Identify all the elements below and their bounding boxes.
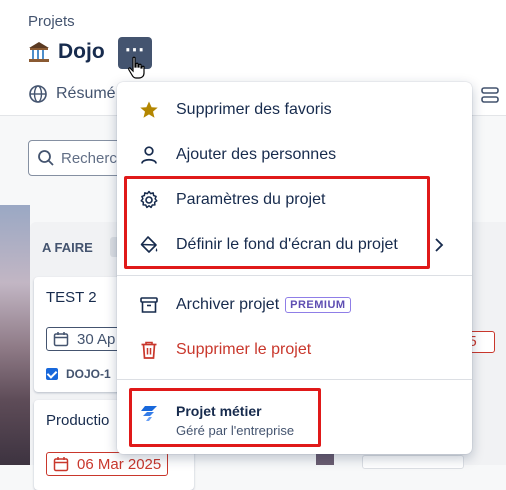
project-background-image: [0, 205, 30, 465]
menu-item-label: Ajouter des personnes: [176, 146, 337, 163]
tab-summary[interactable]: Résumé: [28, 84, 116, 104]
project-actions-menu: Supprimer des favoris Ajouter des person…: [117, 82, 472, 454]
menu-item-archive-project[interactable]: Archiver projet PREMIUM: [117, 283, 472, 327]
premium-badge: PREMIUM: [285, 296, 351, 313]
card-key-row[interactable]: DOJO-1: [46, 367, 111, 381]
hand-cursor-icon: [128, 56, 145, 79]
column-title: A FAIRE: [42, 240, 93, 255]
card-due-date[interactable]: 30 Ap: [46, 327, 123, 351]
project-type-title: Projet métier: [176, 403, 262, 419]
card-title: Productio: [46, 412, 110, 429]
menu-divider: [117, 379, 472, 380]
menu-item-label: Paramètres du projet: [176, 191, 326, 208]
calendar-icon: [53, 332, 69, 347]
chevron-right-icon: [435, 238, 444, 252]
menu-item-add-people[interactable]: Ajouter des personnes: [117, 133, 472, 177]
menu-item-remove-favorite[interactable]: Supprimer des favoris: [117, 88, 472, 132]
menu-item-set-background[interactable]: Définir le fond d'écran du projet: [117, 223, 472, 267]
menu-divider: [117, 275, 472, 276]
project-temple-icon: [29, 42, 49, 62]
search-icon: [38, 150, 54, 166]
archive-icon: [140, 297, 158, 313]
task-type-icon: [46, 368, 58, 380]
menu-item-project-settings[interactable]: Paramètres du projet: [117, 178, 472, 222]
project-title: Dojo: [58, 40, 105, 63]
card-key: DOJO-1: [66, 367, 111, 381]
tab-summary-label: Résumé: [56, 85, 116, 102]
star-icon: [140, 101, 158, 118]
card-due-date-text: 06 Mar 2025: [77, 455, 162, 473]
trash-icon: [141, 341, 157, 359]
breadcrumb[interactable]: Projets: [28, 13, 75, 30]
search-placeholder: Recherc: [61, 149, 117, 167]
project-type-subtitle: Géré par l'entreprise: [176, 423, 295, 438]
card-due-date[interactable]: [362, 455, 464, 469]
menu-item-label: Archiver projet PREMIUM: [176, 296, 351, 314]
gear-icon: [140, 190, 158, 209]
calendar-icon: [53, 457, 69, 472]
menu-item-label: Définir le fond d'écran du projet: [176, 236, 398, 253]
person-icon: [141, 146, 157, 164]
menu-item-delete-project[interactable]: Supprimer le projet: [117, 328, 472, 372]
menu-item-label: Supprimer le projet: [176, 341, 312, 358]
project-title-row: Dojo: [28, 40, 105, 64]
card-title: TEST 2: [46, 289, 97, 306]
project-type-info[interactable]: Projet métier Géré par l'entreprise: [117, 390, 472, 446]
globe-icon: [29, 85, 47, 103]
jira-work-management-icon: [141, 406, 157, 421]
menu-item-label: Supprimer des favoris: [176, 101, 332, 118]
paint-bucket-icon: [140, 236, 158, 253]
list-view-icon[interactable]: [480, 86, 500, 104]
card-due-date-text: 30 Ap: [77, 330, 116, 348]
archive-label: Archiver projet: [176, 296, 280, 313]
card-due-date[interactable]: 06 Mar 2025: [46, 452, 169, 476]
